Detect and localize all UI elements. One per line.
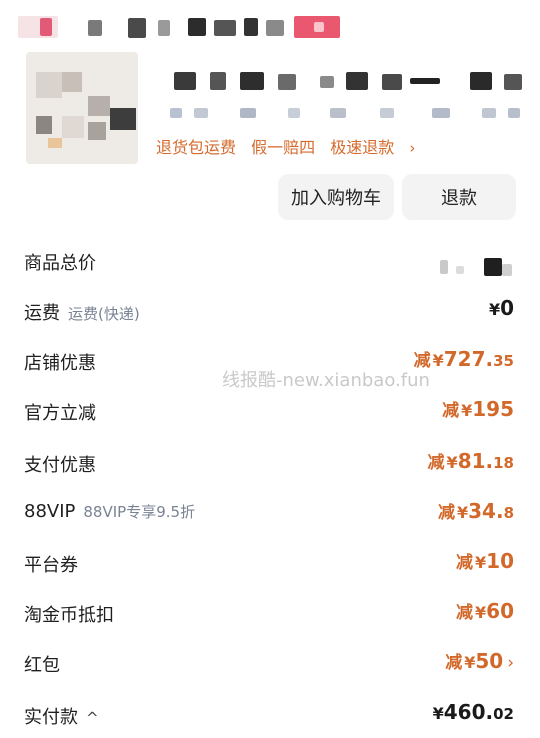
service-tag-free-return: 退货包运费 [156, 138, 237, 157]
row-label: 平台券 [24, 555, 78, 576]
price-row-payment-discount: 支付优惠 减 ¥81.18 [0, 448, 540, 478]
row-value: 减 ¥81.18 [427, 449, 514, 473]
row-label: 店铺优惠 [24, 353, 96, 374]
row-value: 减 ¥10 [456, 549, 514, 573]
refund-button[interactable]: 退款 [402, 174, 516, 220]
row-value: 减 ¥50 › [445, 649, 514, 673]
row-value: ¥0 [488, 296, 514, 320]
row-label: 运费 运费(快递) [24, 303, 140, 324]
row-label: 商品总价 [24, 253, 96, 274]
row-label: 淘金币抵扣 [24, 605, 114, 626]
row-value: 减 ¥195 [442, 397, 514, 421]
service-tags[interactable]: 退货包运费 假一赔四 极速退款 › [156, 134, 415, 158]
add-to-cart-button[interactable]: 加入购物车 [278, 174, 394, 220]
row-value: ¥460.02 [432, 700, 514, 724]
row-value: 减 ¥34.8 [437, 499, 514, 523]
price-row-coin-deduction: 淘金币抵扣 减 ¥60 [0, 598, 540, 628]
price-row-amount-paid[interactable]: 实付款 ^ ¥460.02 [0, 700, 540, 730]
product-title-redacted [170, 70, 524, 92]
service-tag-fast-refund: 极速退款 [330, 138, 395, 157]
price-row-official-reduction: 官方立减 减 ¥195 [0, 396, 540, 426]
service-tag-fake-compensation: 假一赔四 [251, 138, 316, 157]
price-row-88vip: 88VIP 88VIP专享9.5折 减 ¥34.8 [0, 498, 540, 528]
row-label: 88VIP 88VIP专享9.5折 [24, 501, 196, 522]
row-label: 支付优惠 [24, 455, 96, 476]
row-sublabel: 88VIP专享9.5折 [83, 503, 196, 521]
product-thumbnail[interactable] [26, 52, 138, 164]
product-sku-redacted [170, 106, 524, 120]
price-row-platform-coupon: 平台券 减 ¥10 [0, 548, 540, 578]
goods-total-value-redacted [440, 256, 514, 276]
price-row-shipping: 运费 运费(快递) ¥0 [0, 296, 540, 326]
row-label: 红包 [24, 655, 60, 676]
watermark: 线报酷-new.xianbao.fun [222, 370, 430, 391]
row-label: 官方立减 [24, 403, 96, 424]
chevron-up-icon: ^ [86, 709, 99, 727]
chevron-right-icon: › [507, 653, 514, 673]
price-row-red-packet[interactable]: 红包 减 ¥50 › [0, 648, 540, 678]
row-label: 实付款 ^ [24, 707, 99, 728]
chevron-right-icon: › [409, 139, 416, 157]
shop-name-redacted [18, 14, 348, 40]
row-value: 减 ¥60 [456, 599, 514, 623]
row-sublabel: 运费(快递) [68, 305, 140, 323]
